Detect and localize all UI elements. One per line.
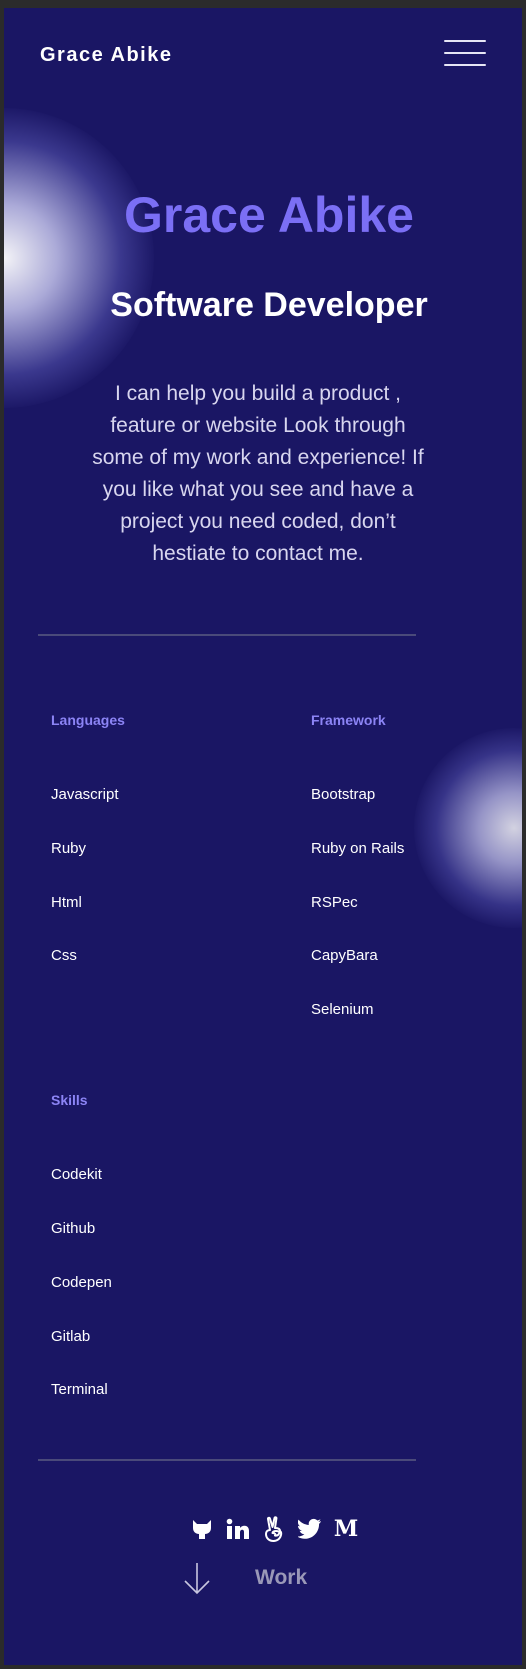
- page-frame: Grace Abike Grace Abike Software Develop…: [4, 8, 522, 1665]
- framework-item: Selenium: [311, 1001, 374, 1018]
- menu-bar: [444, 40, 486, 42]
- skill-item: Github: [51, 1220, 96, 1237]
- divider: [38, 634, 416, 636]
- language-item: Javascript: [51, 786, 119, 803]
- linkedin-icon[interactable]: [226, 1516, 250, 1542]
- hamburger-menu-icon[interactable]: [444, 36, 486, 70]
- decorative-glow-right: [414, 728, 522, 928]
- twitter-icon[interactable]: [298, 1516, 322, 1542]
- hero-name: Grace Abike: [124, 187, 414, 243]
- decorative-glow-left: [4, 108, 154, 408]
- skill-item: Codepen: [51, 1274, 112, 1291]
- medium-icon[interactable]: M: [334, 1516, 358, 1542]
- menu-bar: [444, 52, 486, 54]
- framework-item: Bootstrap: [311, 786, 376, 803]
- language-item: Css: [51, 947, 77, 964]
- framework-item: RSPec: [311, 894, 358, 911]
- language-item: Html: [51, 894, 82, 911]
- work-link[interactable]: Work: [255, 1566, 307, 1590]
- skill-item: Gitlab: [51, 1328, 91, 1345]
- framework-item: Ruby on Rails: [311, 840, 405, 857]
- github-icon[interactable]: [190, 1516, 214, 1542]
- framework-item: CapyBara: [311, 947, 378, 964]
- brand-logo[interactable]: Grace Abike: [40, 44, 173, 67]
- framework-heading: Framework: [311, 712, 386, 728]
- skills-heading: Skills: [51, 1092, 88, 1108]
- languages-heading: Languages: [51, 712, 125, 728]
- hero-role: Software Developer: [110, 286, 428, 324]
- hero-intro: I can help you build a product , feature…: [92, 382, 424, 565]
- skill-item: Terminal: [51, 1381, 108, 1398]
- skill-item: Codekit: [51, 1166, 102, 1183]
- social-links: M: [190, 1514, 358, 1544]
- divider: [38, 1459, 416, 1461]
- arrow-down-icon[interactable]: [182, 1561, 212, 1597]
- language-item: Ruby: [51, 840, 87, 857]
- menu-bar: [444, 64, 486, 66]
- angellist-icon[interactable]: [262, 1516, 286, 1542]
